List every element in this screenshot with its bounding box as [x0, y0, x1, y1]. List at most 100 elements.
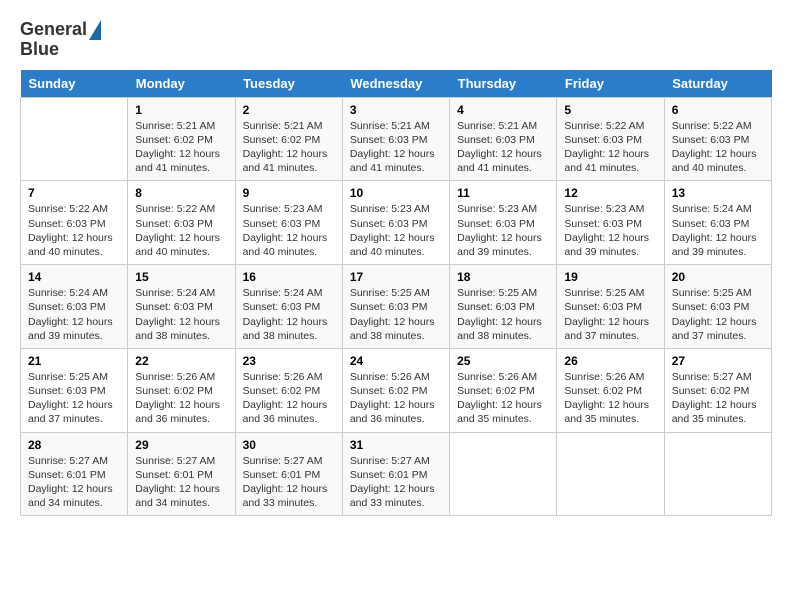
day-number: 24: [350, 354, 442, 368]
day-number: 19: [564, 270, 656, 284]
calendar-cell: 5 Sunrise: 5:22 AMSunset: 6:03 PMDaylight…: [557, 97, 664, 181]
col-header-monday: Monday: [128, 70, 235, 98]
col-header-saturday: Saturday: [664, 70, 771, 98]
cell-info: Sunrise: 5:24 AMSunset: 6:03 PMDaylight:…: [672, 203, 757, 258]
day-number: 29: [135, 438, 227, 452]
cell-info: Sunrise: 5:21 AMSunset: 6:02 PMDaylight:…: [243, 120, 328, 175]
cell-info: Sunrise: 5:22 AMSunset: 6:03 PMDaylight:…: [135, 203, 220, 258]
day-number: 3: [350, 103, 442, 117]
cell-info: Sunrise: 5:26 AMSunset: 6:02 PMDaylight:…: [243, 371, 328, 426]
week-row-2: 7 Sunrise: 5:22 AMSunset: 6:03 PMDaylight…: [21, 181, 772, 265]
cell-info: Sunrise: 5:27 AMSunset: 6:01 PMDaylight:…: [135, 455, 220, 510]
day-number: 9: [243, 186, 335, 200]
calendar-cell: 6Sunrise: 5:22 AMSunset: 6:03 PMDaylight…: [664, 97, 771, 181]
col-header-friday: Friday: [557, 70, 664, 98]
calendar-cell: 26 Sunrise: 5:26 AMSunset: 6:02 PMDayligh…: [557, 348, 664, 432]
calendar-cell: 28 Sunrise: 5:27 AMSunset: 6:01 PMDayligh…: [21, 432, 128, 516]
day-number: 1: [135, 103, 227, 117]
cell-info: Sunrise: 5:23 AMSunset: 6:03 PMDaylight:…: [457, 203, 542, 258]
cell-info: Sunrise: 5:23 AMSunset: 6:03 PMDaylight:…: [243, 203, 328, 258]
day-number: 18: [457, 270, 549, 284]
day-number: 22: [135, 354, 227, 368]
calendar-cell: 14 Sunrise: 5:24 AMSunset: 6:03 PMDayligh…: [21, 265, 128, 349]
cell-info: Sunrise: 5:27 AMSunset: 6:01 PMDaylight:…: [28, 455, 113, 510]
cell-info: Sunrise: 5:24 AMSunset: 6:03 PMDaylight:…: [135, 287, 220, 342]
day-number: 6: [672, 103, 764, 117]
day-number: 20: [672, 270, 764, 284]
day-number: 15: [135, 270, 227, 284]
calendar-cell: 13Sunrise: 5:24 AMSunset: 6:03 PMDayligh…: [664, 181, 771, 265]
day-number: 10: [350, 186, 442, 200]
week-row-3: 14 Sunrise: 5:24 AMSunset: 6:03 PMDayligh…: [21, 265, 772, 349]
cell-info: Sunrise: 5:27 AMSunset: 6:02 PMDaylight:…: [672, 371, 757, 426]
calendar-cell: 16 Sunrise: 5:24 AMSunset: 6:03 PMDayligh…: [235, 265, 342, 349]
calendar-cell: 25 Sunrise: 5:26 AMSunset: 6:02 PMDayligh…: [450, 348, 557, 432]
cell-info: Sunrise: 5:21 AMSunset: 6:02 PMDaylight:…: [135, 120, 220, 175]
calendar-cell: 18 Sunrise: 5:25 AMSunset: 6:03 PMDayligh…: [450, 265, 557, 349]
cell-info: Sunrise: 5:22 AMSunset: 6:03 PMDaylight:…: [28, 203, 113, 258]
col-header-sunday: Sunday: [21, 70, 128, 98]
calendar-cell: 23Sunrise: 5:26 AMSunset: 6:02 PMDayligh…: [235, 348, 342, 432]
cell-info: Sunrise: 5:21 AMSunset: 6:03 PMDaylight:…: [457, 120, 542, 175]
calendar-cell: 22Sunrise: 5:26 AMSunset: 6:02 PMDayligh…: [128, 348, 235, 432]
cell-info: Sunrise: 5:27 AMSunset: 6:01 PMDaylight:…: [350, 455, 435, 510]
col-header-wednesday: Wednesday: [342, 70, 449, 98]
cell-info: Sunrise: 5:22 AMSunset: 6:03 PMDaylight:…: [564, 120, 649, 175]
cell-info: Sunrise: 5:26 AMSunset: 6:02 PMDaylight:…: [457, 371, 542, 426]
cell-info: Sunrise: 5:24 AMSunset: 6:03 PMDaylight:…: [28, 287, 113, 342]
calendar-cell: [450, 432, 557, 516]
calendar-header-row: SundayMondayTuesdayWednesdayThursdayFrid…: [21, 70, 772, 98]
calendar-cell: 20 Sunrise: 5:25 AMSunset: 6:03 PMDayligh…: [664, 265, 771, 349]
logo-triangle-icon: [89, 20, 101, 40]
cell-info: Sunrise: 5:25 AMSunset: 6:03 PMDaylight:…: [28, 371, 113, 426]
day-number: 25: [457, 354, 549, 368]
calendar-cell: 15 Sunrise: 5:24 AMSunset: 6:03 PMDayligh…: [128, 265, 235, 349]
day-number: 12: [564, 186, 656, 200]
day-number: 4: [457, 103, 549, 117]
day-number: 26: [564, 354, 656, 368]
calendar-cell: 3 Sunrise: 5:21 AMSunset: 6:03 PMDaylight…: [342, 97, 449, 181]
calendar-cell: 12 Sunrise: 5:23 AMSunset: 6:03 PMDayligh…: [557, 181, 664, 265]
col-header-tuesday: Tuesday: [235, 70, 342, 98]
calendar-cell: 19 Sunrise: 5:25 AMSunset: 6:03 PMDayligh…: [557, 265, 664, 349]
day-number: 11: [457, 186, 549, 200]
page-header: General Blue: [20, 20, 772, 60]
day-number: 28: [28, 438, 120, 452]
day-number: 2: [243, 103, 335, 117]
cell-info: Sunrise: 5:26 AMSunset: 6:02 PMDaylight:…: [350, 371, 435, 426]
cell-info: Sunrise: 5:21 AMSunset: 6:03 PMDaylight:…: [350, 120, 435, 175]
calendar-cell: 7 Sunrise: 5:22 AMSunset: 6:03 PMDaylight…: [21, 181, 128, 265]
day-number: 16: [243, 270, 335, 284]
calendar-cell: [557, 432, 664, 516]
calendar-cell: 30Sunrise: 5:27 AMSunset: 6:01 PMDayligh…: [235, 432, 342, 516]
cell-info: Sunrise: 5:23 AMSunset: 6:03 PMDaylight:…: [564, 203, 649, 258]
day-number: 21: [28, 354, 120, 368]
calendar-cell: 31 Sunrise: 5:27 AMSunset: 6:01 PMDayligh…: [342, 432, 449, 516]
cell-info: Sunrise: 5:25 AMSunset: 6:03 PMDaylight:…: [457, 287, 542, 342]
day-number: 27: [672, 354, 764, 368]
calendar-cell: 27 Sunrise: 5:27 AMSunset: 6:02 PMDayligh…: [664, 348, 771, 432]
day-number: 8: [135, 186, 227, 200]
cell-info: Sunrise: 5:26 AMSunset: 6:02 PMDaylight:…: [564, 371, 649, 426]
day-number: 7: [28, 186, 120, 200]
cell-info: Sunrise: 5:25 AMSunset: 6:03 PMDaylight:…: [672, 287, 757, 342]
calendar-cell: 2 Sunrise: 5:21 AMSunset: 6:02 PMDaylight…: [235, 97, 342, 181]
logo-general: General: [20, 20, 87, 40]
day-number: 5: [564, 103, 656, 117]
week-row-1: 1 Sunrise: 5:21 AMSunset: 6:02 PMDaylight…: [21, 97, 772, 181]
cell-info: Sunrise: 5:25 AMSunset: 6:03 PMDaylight:…: [564, 287, 649, 342]
col-header-thursday: Thursday: [450, 70, 557, 98]
day-number: 14: [28, 270, 120, 284]
logo: General Blue: [20, 20, 101, 60]
calendar-cell: 24 Sunrise: 5:26 AMSunset: 6:02 PMDayligh…: [342, 348, 449, 432]
week-row-5: 28 Sunrise: 5:27 AMSunset: 6:01 PMDayligh…: [21, 432, 772, 516]
cell-info: Sunrise: 5:24 AMSunset: 6:03 PMDaylight:…: [243, 287, 328, 342]
calendar-cell: 9 Sunrise: 5:23 AMSunset: 6:03 PMDaylight…: [235, 181, 342, 265]
day-number: 31: [350, 438, 442, 452]
calendar-cell: 8 Sunrise: 5:22 AMSunset: 6:03 PMDaylight…: [128, 181, 235, 265]
logo-blue: Blue: [20, 40, 59, 60]
calendar-cell: 29 Sunrise: 5:27 AMSunset: 6:01 PMDayligh…: [128, 432, 235, 516]
calendar-cell: [664, 432, 771, 516]
calendar-cell: 17Sunrise: 5:25 AMSunset: 6:03 PMDayligh…: [342, 265, 449, 349]
calendar-cell: 21 Sunrise: 5:25 AMSunset: 6:03 PMDayligh…: [21, 348, 128, 432]
